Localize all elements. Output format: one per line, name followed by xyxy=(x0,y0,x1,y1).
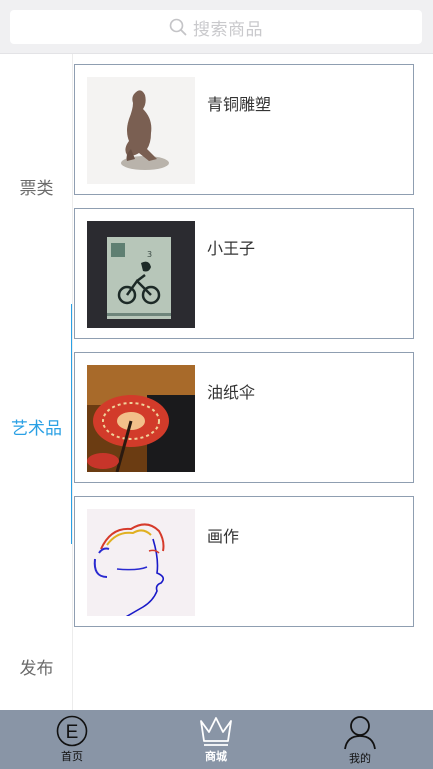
user-icon xyxy=(344,716,376,750)
tab-mine[interactable]: 我的 xyxy=(320,710,400,769)
tab-home[interactable]: E 首页 xyxy=(32,710,112,769)
product-card[interactable]: 3 小王子 xyxy=(74,208,414,339)
bottom-tab-bar: E 首页 商城 我的 xyxy=(0,710,433,769)
product-name: 画作 xyxy=(207,527,240,546)
category-artworks[interactable]: 艺术品 xyxy=(0,414,73,439)
svg-text:E: E xyxy=(66,722,79,743)
product-image-line-drawing xyxy=(87,509,195,616)
search-input[interactable]: 搜索商品 xyxy=(10,10,422,44)
product-card[interactable]: 青铜雕塑 xyxy=(74,64,414,195)
sidebar-divider xyxy=(72,54,73,710)
product-name: 油纸伞 xyxy=(207,383,256,402)
tab-mine-label: 我的 xyxy=(349,752,371,765)
crown-icon xyxy=(200,717,232,746)
tab-home-label: 首页 xyxy=(61,750,83,763)
tab-mall[interactable]: 商城 xyxy=(176,710,256,769)
product-image-book-cover: 3 xyxy=(87,221,195,328)
product-image-bronze-sculpture xyxy=(87,77,195,184)
product-name: 小王子 xyxy=(207,239,256,258)
search-header: 搜索商品 xyxy=(0,0,433,54)
search-placeholder: 搜索商品 xyxy=(193,19,263,40)
e-circle-icon: E xyxy=(56,715,88,747)
product-image-oil-paper-umbrella xyxy=(87,365,195,472)
product-card[interactable]: 油纸伞 xyxy=(74,352,414,483)
tab-mall-label: 商城 xyxy=(205,750,227,763)
search-icon xyxy=(169,18,187,36)
product-name: 青铜雕塑 xyxy=(207,95,272,114)
svg-text:3: 3 xyxy=(147,250,152,259)
category-publish[interactable]: 发布 xyxy=(0,654,73,679)
category-sidebar: 票类 艺术品 发布 xyxy=(0,54,73,710)
product-card[interactable]: 画作 xyxy=(74,496,414,627)
category-tickets[interactable]: 票类 xyxy=(0,174,73,199)
